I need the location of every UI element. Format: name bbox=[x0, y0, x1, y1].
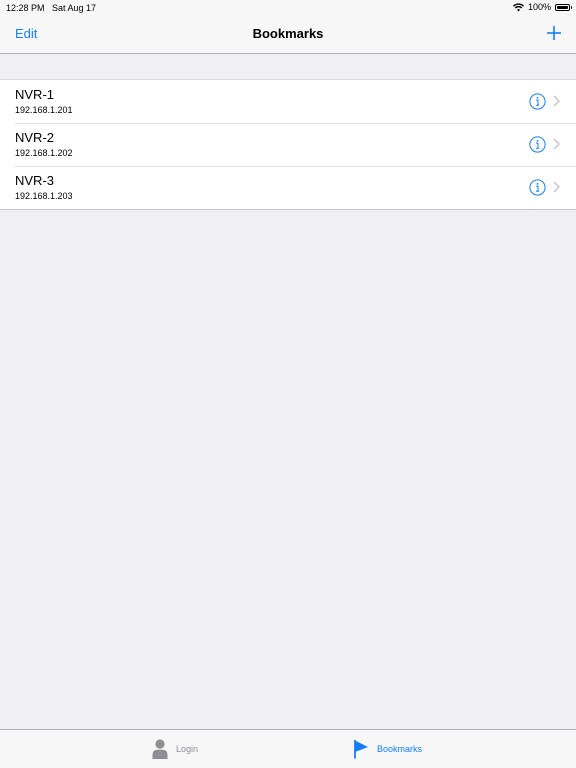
info-button[interactable] bbox=[529, 93, 546, 110]
bookmark-address: 192.168.1.203 bbox=[15, 191, 73, 201]
bookmark-name: NVR-1 bbox=[15, 87, 55, 102]
flag-icon bbox=[354, 740, 368, 759]
bookmark-list: NVR-1 192.168.1.201 NVR-2 192.168.1.202 bbox=[0, 79, 576, 210]
bookmark-address: 192.168.1.202 bbox=[15, 148, 73, 158]
info-icon bbox=[529, 136, 546, 153]
wifi-icon bbox=[512, 2, 524, 12]
navigation-bar: Edit Bookmarks bbox=[0, 16, 576, 54]
tab-bookmarks-label: Bookmarks bbox=[377, 744, 423, 754]
chevron-right-icon bbox=[553, 95, 560, 107]
bookmark-name: NVR-3 bbox=[15, 173, 55, 188]
info-icon bbox=[529, 93, 546, 110]
info-button[interactable] bbox=[529, 136, 546, 153]
status-time: 12:28 PM bbox=[6, 3, 45, 13]
chevron-right-icon bbox=[553, 181, 560, 193]
info-icon bbox=[529, 179, 546, 196]
tab-bar: Login Bookmarks bbox=[0, 729, 576, 768]
bookmark-row-nvr-2[interactable]: NVR-2 192.168.1.202 bbox=[0, 123, 576, 166]
bookmark-address: 192.168.1.201 bbox=[15, 105, 73, 115]
plus-icon bbox=[547, 26, 561, 40]
add-bookmark-button[interactable] bbox=[546, 25, 562, 41]
info-button[interactable] bbox=[529, 179, 546, 196]
bookmark-row-nvr-1[interactable]: NVR-1 192.168.1.201 bbox=[0, 80, 576, 123]
tab-login-label: Login bbox=[176, 744, 199, 754]
page-title: Bookmarks bbox=[252, 26, 324, 41]
tab-login[interactable]: Login bbox=[152, 730, 198, 768]
chevron-right-icon bbox=[553, 138, 560, 150]
bookmark-name: NVR-2 bbox=[15, 130, 55, 145]
bookmark-row-nvr-3[interactable]: NVR-3 192.168.1.203 bbox=[0, 166, 576, 209]
battery-percentage: 100% bbox=[527, 2, 551, 12]
status-bar: 12:28 PM Sat Aug 17 100% bbox=[0, 0, 576, 16]
battery-icon bbox=[555, 3, 572, 11]
status-date: Sat Aug 17 bbox=[52, 3, 97, 13]
status-indicators: 100% bbox=[512, 2, 572, 12]
tab-bookmarks[interactable]: Bookmarks bbox=[353, 730, 422, 768]
person-icon bbox=[152, 739, 168, 759]
